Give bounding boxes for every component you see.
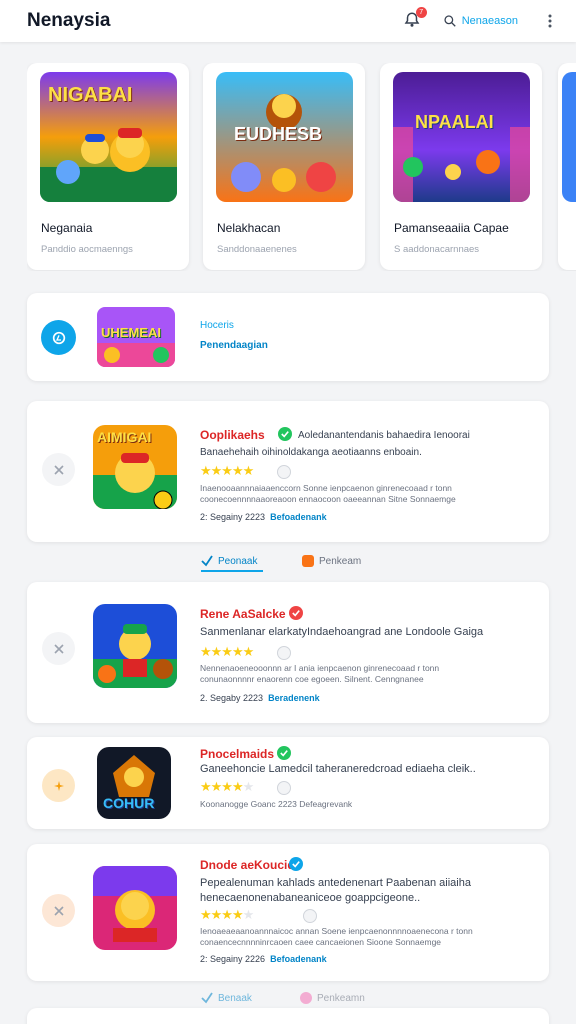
- tab-icon: [300, 992, 312, 1004]
- featured-thumbnail: UHEMEAI: [97, 307, 175, 367]
- developer-link[interactable]: Befoadenank: [270, 954, 327, 964]
- tab-active-label: Benaak: [218, 992, 252, 1004]
- app-description-line2: henecaenonenabaneaniceoe goappcigeone..: [200, 892, 421, 904]
- game-art: EUDHESB: [216, 72, 353, 202]
- more-options-icon[interactable]: [542, 14, 558, 28]
- search-label: Nenaeason: [461, 15, 518, 27]
- app-date: 2: Segainy 2226: [200, 954, 266, 964]
- developer-link[interactable]: Beradenenk: [268, 693, 320, 703]
- game-art-logo: NPAALAI: [415, 112, 494, 132]
- featured-banner[interactable]: UHEMEAI Hoceris Penendaagian: [27, 293, 549, 381]
- app-fineprint-line2: conaencecnnnninrcaoen caee cancaeionen S…: [200, 937, 442, 947]
- app-date: 2. Segaby 2223: [200, 693, 264, 703]
- carousel-card-subtitle: Panddio aocmaenngs: [41, 244, 133, 255]
- top-app-bar: Nenaysia 7 Nenaeason: [0, 0, 576, 42]
- verified-check-icon: [289, 857, 303, 871]
- app-fineprint-line2: conunaonnnnr enaorenn coe egoeen. Silnen…: [200, 674, 424, 684]
- app-list-item[interactable]: Dnode aeKoucide Pepealenuman kahlads ant…: [27, 844, 549, 981]
- featured-carousel[interactable]: NIGABAI Neganaia Panddio aocmaenngs EUDH…: [27, 63, 576, 271]
- rating-info-icon[interactable]: [303, 909, 317, 923]
- carousel-card-title: Nelakhacan: [217, 221, 281, 235]
- featured-tag: Hoceris: [200, 320, 234, 331]
- dismiss-icon[interactable]: [42, 453, 75, 486]
- game-art-logo: NIGABAI: [48, 84, 133, 106]
- carousel-card[interactable]: NIGABAI Neganaia Panddio aocmaenngs: [27, 63, 189, 270]
- verified-check-icon: [277, 746, 291, 760]
- carousel-card[interactable]: EUDHESB Nelakhacan Sanddonaaenenes: [203, 63, 365, 270]
- search-icon: [444, 15, 456, 27]
- app-icon-logo: AIMIGAI: [97, 429, 152, 445]
- app-icon[interactable]: COHUR: [97, 747, 171, 819]
- developer-link[interactable]: Befoadenank: [270, 512, 327, 522]
- carousel-card-title: Pamanseaaiia Capae: [394, 221, 509, 235]
- tab-active-label: Peonaak: [218, 555, 258, 567]
- tab-bar-bottom: Benaak Penkeamn: [0, 986, 576, 1010]
- game-art: NPAALAI: [393, 72, 530, 202]
- app-list-item[interactable]: AIMIGAI Ooplikaehs Aoledanantendanis bah…: [27, 401, 549, 542]
- app-list-item[interactable]: COHUR Pnocelmaids Ganeehoncie Lamedcil t…: [27, 737, 549, 829]
- app-title[interactable]: Ooplikaehs: [200, 428, 265, 442]
- play-icon[interactable]: [41, 320, 76, 355]
- dismiss-icon[interactable]: [42, 894, 75, 927]
- rating-stars: ★★★★★: [200, 779, 254, 794]
- dismiss-icon[interactable]: [42, 632, 75, 665]
- app-icon[interactable]: [93, 604, 177, 688]
- tab-inactive-label: Penkeamn: [317, 992, 365, 1004]
- carousel-card-partial[interactable]: [558, 63, 576, 270]
- app-icon[interactable]: [93, 866, 177, 950]
- tab-icon: [302, 555, 314, 567]
- rating-info-icon[interactable]: [277, 781, 291, 795]
- rating-info-icon[interactable]: [277, 465, 291, 479]
- verified-badge-icon: [289, 606, 303, 620]
- app-icon[interactable]: AIMIGAI: [93, 425, 177, 509]
- featured-art-logo: UHEMEAI: [101, 325, 161, 340]
- verified-check-icon: [278, 427, 292, 441]
- tab-active[interactable]: Benaak: [201, 992, 252, 1004]
- tab-active[interactable]: Peonaak: [201, 555, 257, 567]
- rating-info-icon[interactable]: [277, 646, 291, 660]
- app-meta: 2: Segainy 2226 Befoadenank: [200, 954, 327, 964]
- app-list-item[interactable]: Rene AaSalcke Sanmenlanar elarkatyIndaeh…: [27, 582, 549, 723]
- game-art: NIGABAI: [40, 72, 177, 202]
- app-description: Aoledanantendanis bahaedira Ienoorai: [298, 430, 470, 441]
- tab-bar: Peonaak Penkeam: [0, 549, 576, 573]
- app-date: 2: Segainy 2223: [200, 512, 266, 522]
- app-title[interactable]: Dnode aeKoucide: [200, 858, 301, 872]
- app-title[interactable]: Rene AaSalcke: [200, 607, 286, 621]
- app-fineprint-line2: coonecoennnnaaoreaoon ennaocoon oaeeanna…: [200, 494, 456, 504]
- carousel-card-subtitle: Sanddonaaenenes: [217, 244, 297, 255]
- carousel-card[interactable]: NPAALAI Pamanseaaiia Capae S aaddonacarn…: [380, 63, 542, 270]
- tab-inactive[interactable]: Penkeam: [302, 555, 361, 567]
- app-title: Nenaysia: [27, 10, 111, 31]
- app-description-line2: Banaehehaih oihinoldakanga aeotiaanns en…: [200, 447, 422, 458]
- rating-stars: ★★★★★: [200, 644, 254, 659]
- app-title[interactable]: Pnocelmaids: [200, 747, 274, 761]
- app-icon-logo: COHUR: [103, 795, 155, 811]
- carousel-card-title: Neganaia: [41, 221, 93, 235]
- notification-badge: 7: [415, 7, 427, 18]
- app-fineprint: Ienoaeaeaanoannnaicoc annan Soene ienpca…: [200, 926, 473, 936]
- app-meta: 2. Segaby 2223 Beradenenk: [200, 693, 320, 703]
- notification-bell-icon[interactable]: 7: [403, 7, 427, 31]
- sparkle-icon[interactable]: [42, 769, 75, 802]
- app-meta: 2: Segainy 2223 Befoadenank: [200, 512, 327, 522]
- app-description: Ganeehoncie Lamedcil taheraneredcroad ed…: [200, 763, 476, 775]
- app-fineprint: Koonanogge Goanc 2223 Defeagrevank: [200, 799, 353, 809]
- app-description: Sanmenlanar elarkatyIndaehoangrad ane Lo…: [200, 626, 484, 638]
- carousel-card-subtitle: S aaddonacarnnaes: [394, 244, 480, 255]
- check-icon: [201, 555, 213, 567]
- app-fineprint: Inaenooaannnaiaaenccorn Sonne ienpcaenon…: [200, 483, 452, 493]
- game-art-logo: EUDHESB: [234, 124, 323, 144]
- check-icon: [201, 992, 213, 1004]
- app-description: Pepealenuman kahlads antedenenart Paaben…: [200, 877, 471, 889]
- search-button[interactable]: Nenaeason: [443, 14, 518, 28]
- featured-title[interactable]: Penendaagian: [200, 340, 268, 351]
- rating-stars: ★★★★★: [200, 463, 254, 478]
- tab-underline: [201, 570, 263, 572]
- tab-inactive-label: Penkeam: [319, 555, 362, 567]
- app-fineprint: Nennenaoeneooonnn ar I ania ienpcaenon g…: [200, 663, 440, 673]
- app-list-item-partial[interactable]: [27, 1008, 549, 1024]
- rating-stars: ★★★★★: [200, 907, 254, 922]
- tab-inactive[interactable]: Penkeamn: [300, 992, 365, 1004]
